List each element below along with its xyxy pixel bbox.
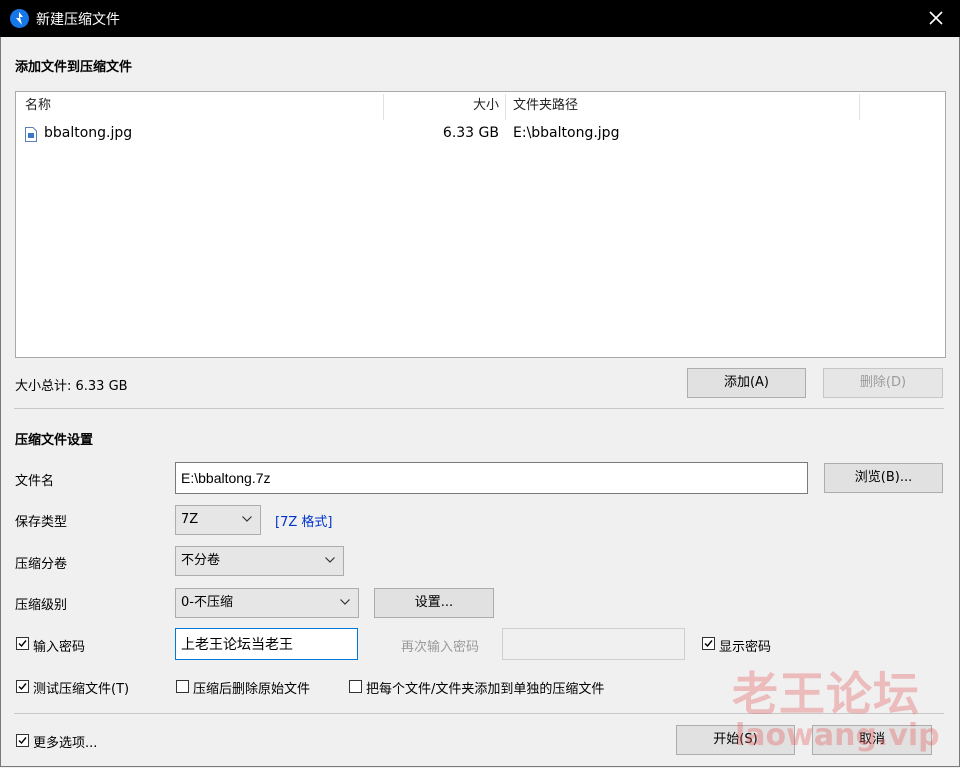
close-button[interactable]: [914, 0, 960, 37]
section-divider: [14, 408, 944, 409]
column-header-name[interactable]: 名称: [25, 92, 51, 120]
format-link[interactable]: [7Z 格式]: [275, 511, 332, 530]
more-options-label: 更多选项...: [33, 736, 98, 751]
add-section-title: 添加文件到压缩文件: [15, 60, 133, 75]
level-select[interactable]: 0-不压缩: [175, 588, 359, 618]
file-name: bbaltong.jpg: [44, 125, 133, 141]
filename-input[interactable]: [175, 462, 808, 494]
checkmark-icon: [704, 640, 713, 648]
password-confirm-input[interactable]: [502, 628, 685, 660]
column-header-path[interactable]: 文件夹路径: [513, 92, 578, 120]
chevron-down-icon: [325, 557, 335, 563]
watermark-url: laowang.vip: [735, 718, 940, 753]
password-confirm-label: 再次输入密码: [401, 640, 480, 655]
each-file-label: 把每个文件/文件夹添加到单独的压缩文件: [366, 682, 605, 697]
delete-after-checkbox[interactable]: [176, 680, 189, 693]
settings-section-title: 压缩文件设置: [15, 433, 94, 448]
split-select[interactable]: 不分卷: [175, 546, 344, 576]
column-header-size[interactable]: 大小: [384, 92, 499, 120]
window-title: 新建压缩文件: [36, 12, 120, 28]
password-label: 输入密码: [33, 640, 86, 655]
add-button[interactable]: 添加(A): [687, 368, 806, 398]
file-list[interactable]: 名称 大小 文件夹路径 bbaltong.jpg 6.33 GB E:\bbal…: [15, 91, 946, 358]
chevron-down-icon: [340, 599, 350, 605]
image-file-icon: [25, 127, 37, 142]
checkmark-icon: [18, 640, 27, 648]
file-size: 6.33 GB: [442, 125, 499, 141]
more-options-checkbox[interactable]: [16, 734, 29, 747]
type-select[interactable]: 7Z: [175, 505, 261, 535]
total-size: 大小总计: 6.33 GB: [15, 379, 128, 394]
column-separator: [505, 94, 506, 120]
show-password-label: 显示密码: [719, 640, 772, 655]
watermark-text: 老王论坛: [732, 667, 920, 721]
close-icon: [929, 11, 943, 25]
level-label: 压缩级别: [15, 598, 68, 613]
test-archive-label: 测试压缩文件(T): [33, 682, 130, 697]
split-select-value: 不分卷: [181, 553, 221, 568]
title-bar: 新建压缩文件: [0, 0, 960, 37]
type-select-value: 7Z: [181, 512, 199, 527]
filename-label: 文件名: [15, 474, 55, 489]
browse-button[interactable]: 浏览(B)...: [824, 463, 943, 493]
level-settings-button[interactable]: 设置...: [374, 588, 494, 618]
level-select-value: 0-不压缩: [181, 595, 233, 610]
file-path: E:\bbaltong.jpg: [513, 125, 620, 141]
password-checkbox[interactable]: [16, 637, 29, 650]
column-separator: [859, 94, 860, 120]
each-file-checkbox[interactable]: [349, 680, 362, 693]
bandizip-icon: [10, 9, 29, 28]
test-archive-checkbox[interactable]: [16, 680, 29, 693]
type-label: 保存类型: [15, 515, 68, 530]
show-password-checkbox[interactable]: [702, 637, 715, 650]
delete-after-label: 压缩后删除原始文件: [193, 682, 311, 697]
checkmark-icon: [18, 737, 27, 745]
password-input[interactable]: [175, 628, 358, 660]
delete-button[interactable]: 删除(D): [823, 368, 943, 398]
split-label: 压缩分卷: [15, 557, 68, 572]
chevron-down-icon: [242, 516, 252, 522]
checkmark-icon: [18, 683, 27, 691]
